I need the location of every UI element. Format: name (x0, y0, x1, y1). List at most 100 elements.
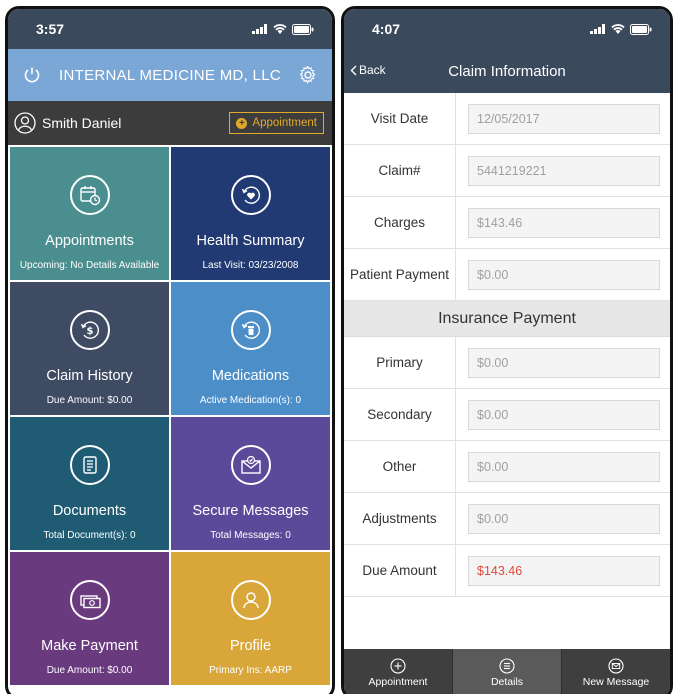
field-label: Adjustments (344, 493, 456, 544)
pill-bottle-icon (230, 310, 271, 350)
status-icons (590, 23, 652, 35)
tab-appointment[interactable]: Appointment (344, 649, 453, 694)
tab-new-message[interactable]: New Message (562, 649, 670, 694)
tile-name: Secure Messages (192, 503, 309, 519)
person-icon (230, 580, 271, 620)
tile-profile[interactable]: Profile Primary Ins: AARP (171, 552, 330, 685)
back-button[interactable]: Back (350, 63, 386, 77)
other-field: $0.00 (468, 451, 660, 482)
tile-name: Claim History (46, 368, 133, 384)
status-time: 3:57 (36, 21, 65, 37)
signal-icon (252, 24, 267, 34)
form-row-adjustments: Adjustments $0.00 (344, 493, 670, 545)
field-label: Visit Date (344, 93, 456, 144)
wifi-icon (273, 24, 287, 34)
tile-documents[interactable]: Documents Total Document(s): 0 (10, 417, 169, 550)
tile-name: Health Summary (196, 233, 305, 249)
tile-medications[interactable]: Medications Active Medication(s): 0 (171, 282, 330, 415)
visit-date-field: 12/05/2017 (468, 103, 660, 134)
charges-field: $143.46 (468, 207, 660, 238)
plus-icon: + (236, 117, 248, 129)
battery-icon (630, 23, 652, 35)
field-label: Secondary (344, 389, 456, 440)
form-row-primary: Primary $0.00 (344, 337, 670, 389)
power-icon[interactable] (20, 63, 44, 87)
right-phone-screen: 4:07 Back Claim Information Visit Date 1… (341, 6, 673, 694)
tile-name: Documents (52, 503, 127, 519)
field-wrap: $143.46 (456, 197, 670, 248)
practice-title: INTERNAL MEDICINE MD, LLC (59, 66, 281, 84)
battery-icon (292, 23, 314, 35)
field-label: Claim# (344, 145, 456, 196)
tile-name: Profile (229, 638, 272, 654)
field-wrap: $0.00 (456, 249, 670, 300)
field-wrap: 5441219221 (456, 145, 670, 196)
primary-field: $0.00 (468, 347, 660, 378)
form-row-secondary: Secondary $0.00 (344, 389, 670, 441)
tab-label: New Message (582, 676, 650, 688)
status-icons (252, 23, 314, 35)
field-label: Other (344, 441, 456, 492)
field-label: Due Amount (344, 545, 456, 596)
tile-subtitle: Total Messages: 0 (210, 530, 291, 541)
appointment-button[interactable]: + Appointment (229, 112, 324, 134)
svg-text:$: $ (86, 326, 93, 337)
field-label: Patient Payment (344, 249, 456, 300)
secondary-field: $0.00 (468, 399, 660, 430)
field-wrap: $0.00 (456, 389, 670, 440)
tile-subtitle: Total Document(s): 0 (43, 530, 136, 541)
form-row-other: Other $0.00 (344, 441, 670, 493)
tile-subtitle: Due Amount: $0.00 (46, 395, 133, 406)
status-bar: 4:07 (344, 9, 670, 49)
user-name: Smith Daniel (42, 115, 122, 131)
envelope-circle-icon (608, 658, 624, 674)
tile-name: Make Payment (41, 638, 138, 654)
page-title: Claim Information (448, 62, 566, 80)
tab-details[interactable]: Details (453, 649, 562, 694)
form-row-claim-number: Claim# 5441219221 (344, 145, 670, 197)
tile-subtitle: Last Visit: 03/23/2008 (202, 260, 299, 271)
status-time: 4:07 (372, 21, 401, 37)
tile-secure-messages[interactable]: Secure Messages Total Messages: 0 (171, 417, 330, 550)
gear-icon[interactable] (296, 63, 320, 87)
bottom-tab-bar: Appointment Details New Message (344, 649, 670, 694)
tile-subtitle: Upcoming: No Details Available (19, 260, 160, 271)
app-header: INTERNAL MEDICINE MD, LLC (8, 49, 332, 101)
appointment-button-label: Appointment (252, 117, 317, 129)
tile-name: Medications (211, 368, 290, 384)
user-avatar-icon (14, 112, 36, 134)
tile-subtitle: Primary Ins: AARP (209, 665, 292, 676)
claim-form: Visit Date 12/05/2017 Claim# 5441219221 … (344, 93, 670, 597)
document-icon (69, 445, 110, 485)
tab-label: Details (490, 676, 524, 688)
field-label: Charges (344, 197, 456, 248)
field-wrap: $0.00 (456, 493, 670, 544)
left-phone-screen: 3:57 INTERNAL MEDICINE MD, LLC Smith Dan… (5, 6, 335, 694)
status-bar: 3:57 (8, 9, 332, 49)
calendar-clock-icon (69, 175, 110, 215)
form-row-due-amount: Due Amount $143.46 (344, 545, 670, 597)
insurance-payment-header: Insurance Payment (344, 301, 670, 337)
user-bar: Smith Daniel + Appointment (8, 101, 332, 145)
adjustments-field: $0.00 (468, 503, 660, 534)
field-wrap: $0.00 (456, 441, 670, 492)
plus-circle-icon (390, 658, 406, 674)
tile-appointments[interactable]: Appointments Upcoming: No Details Availa… (10, 147, 169, 280)
due-amount-field: $143.46 (468, 555, 660, 586)
user-info: Smith Daniel (14, 112, 121, 134)
field-wrap: 12/05/2017 (456, 93, 670, 144)
wifi-icon (611, 24, 625, 34)
field-wrap: $143.46 (456, 545, 670, 596)
tile-claim-history[interactable]: $ Claim History Due Amount: $0.00 (10, 282, 169, 415)
form-row-patient-payment: Patient Payment $0.00 (344, 249, 670, 301)
tile-health-summary[interactable]: Health Summary Last Visit: 03/23/2008 (171, 147, 330, 280)
form-row-visit-date: Visit Date 12/05/2017 (344, 93, 670, 145)
form-row-charges: Charges $143.46 (344, 197, 670, 249)
field-wrap: $0.00 (456, 337, 670, 388)
tab-label: Appointment (368, 676, 428, 688)
back-label: Back (359, 63, 386, 77)
list-circle-icon (499, 658, 515, 674)
cash-icon (69, 580, 110, 620)
tile-make-payment[interactable]: Make Payment Due Amount: $0.00 (10, 552, 169, 685)
tile-name: Appointments (45, 233, 134, 249)
